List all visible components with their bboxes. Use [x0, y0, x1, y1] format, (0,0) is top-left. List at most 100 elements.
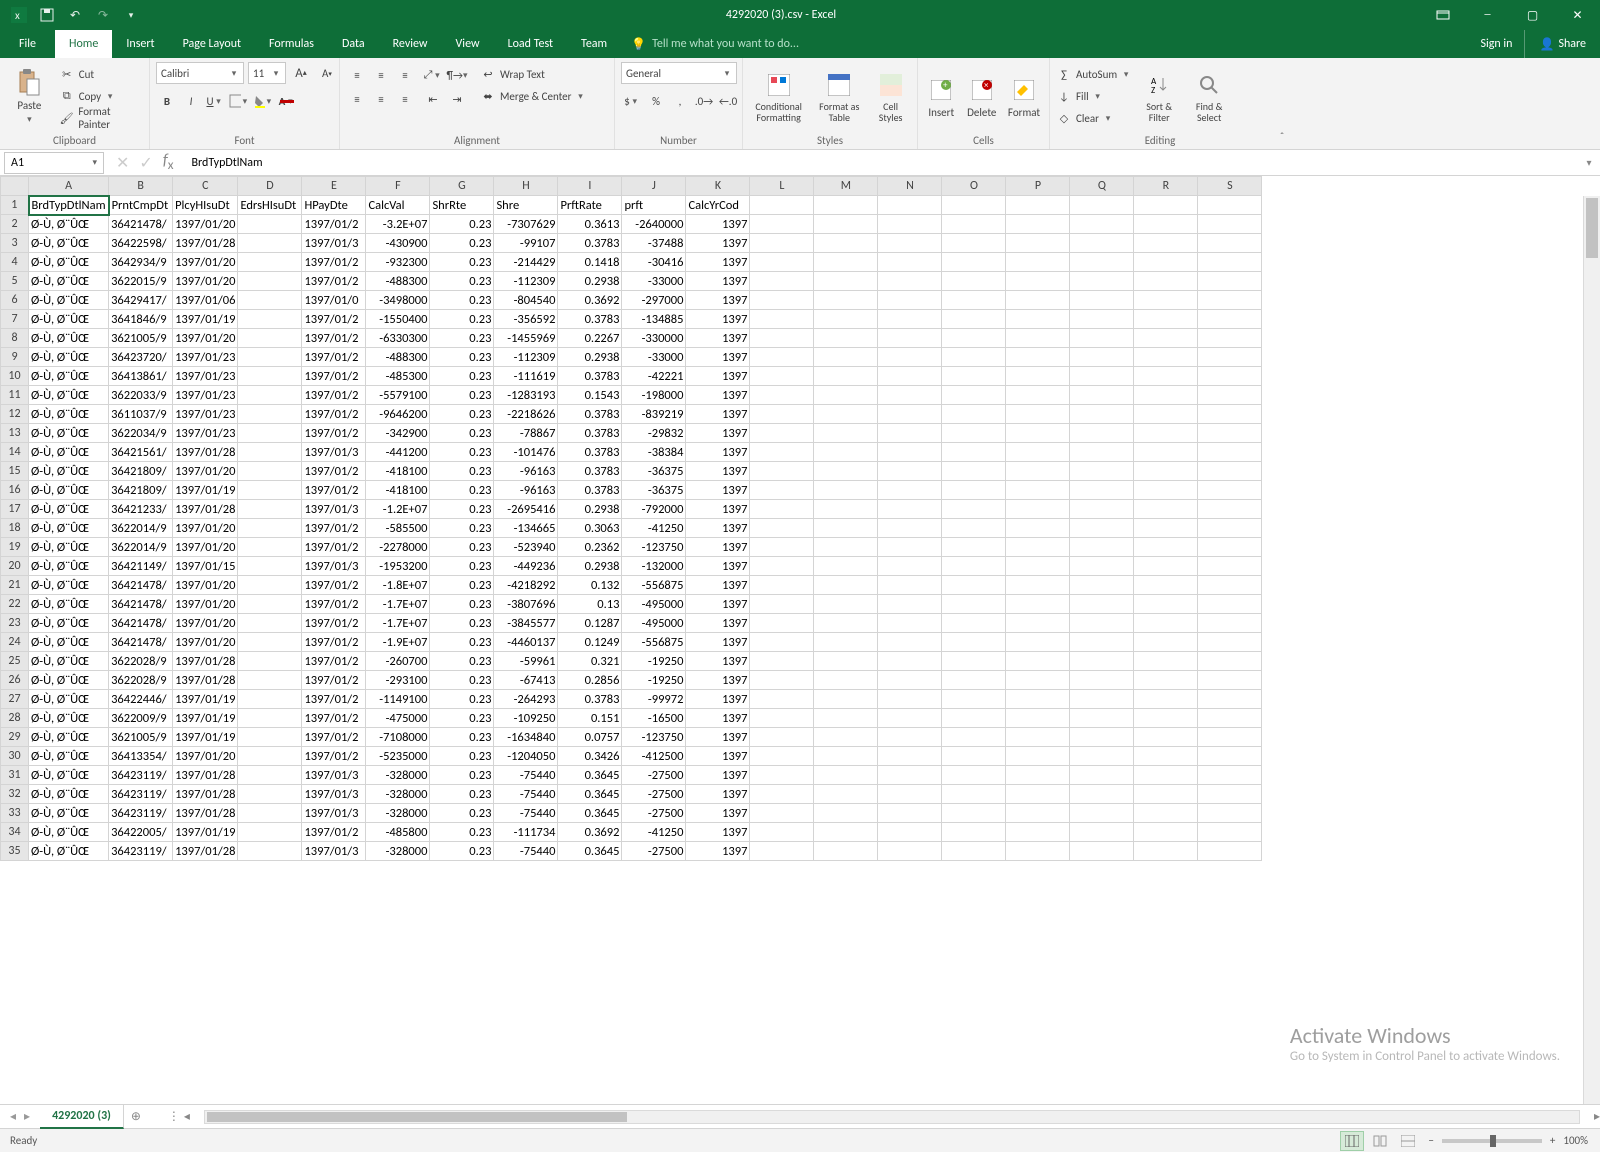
cell[interactable]: 36421149/	[109, 557, 173, 576]
cell[interactable]	[238, 823, 302, 842]
cell[interactable]	[1134, 462, 1198, 481]
cell[interactable]: 1397/01/28	[173, 785, 238, 804]
cell[interactable]: 0.3783	[558, 310, 622, 329]
cell[interactable]: PrntCmpDt	[109, 196, 173, 215]
cell[interactable]	[1198, 709, 1262, 728]
cell[interactable]	[878, 329, 942, 348]
cell[interactable]	[750, 310, 814, 329]
cell[interactable]: -430900	[366, 234, 430, 253]
cell[interactable]: 1397	[686, 652, 750, 671]
cell[interactable]	[878, 386, 942, 405]
cell[interactable]	[750, 291, 814, 310]
cell[interactable]: -495000	[622, 595, 686, 614]
cell[interactable]	[942, 557, 1006, 576]
cell[interactable]	[1134, 443, 1198, 462]
cell[interactable]: -123750	[622, 728, 686, 747]
cell[interactable]: 0.23	[430, 272, 494, 291]
cell[interactable]	[750, 614, 814, 633]
sign-in-button[interactable]: Sign in	[1468, 30, 1524, 58]
cell[interactable]: 1397/01/3	[302, 234, 366, 253]
cell[interactable]	[814, 652, 878, 671]
cell[interactable]: 0.3783	[558, 424, 622, 443]
cell[interactable]: -328000	[366, 766, 430, 785]
cell[interactable]: 0.132	[558, 576, 622, 595]
cell[interactable]: -111734	[494, 823, 558, 842]
cell[interactable]: -556875	[622, 633, 686, 652]
cell[interactable]: -42221	[622, 367, 686, 386]
cell[interactable]: -3498000	[366, 291, 430, 310]
cell[interactable]	[1198, 633, 1262, 652]
cell[interactable]	[1006, 310, 1070, 329]
cell[interactable]	[1134, 766, 1198, 785]
cell[interactable]: 0.3783	[558, 481, 622, 500]
cell[interactable]	[814, 633, 878, 652]
row-header[interactable]: 9	[1, 348, 29, 367]
cell[interactable]: 1397/01/0	[302, 291, 366, 310]
cell[interactable]: 1397/01/3	[302, 500, 366, 519]
paste-button[interactable]: Paste ▾	[6, 62, 53, 128]
cell[interactable]: 1397/01/23	[173, 405, 238, 424]
cell[interactable]	[942, 595, 1006, 614]
row-header[interactable]: 14	[1, 443, 29, 462]
cell[interactable]	[1198, 576, 1262, 595]
cell[interactable]: 1397/01/2	[302, 652, 366, 671]
tab-file[interactable]: File	[0, 30, 55, 58]
cell[interactable]	[1006, 728, 1070, 747]
cell[interactable]: 1397/01/2	[302, 690, 366, 709]
cell[interactable]	[238, 557, 302, 576]
cell[interactable]: 0.23	[430, 785, 494, 804]
cell[interactable]	[1006, 785, 1070, 804]
cell[interactable]	[1006, 652, 1070, 671]
cell[interactable]: Ø-Ù, Ø¨ÛŒ	[29, 823, 109, 842]
cell[interactable]: 1397	[686, 424, 750, 443]
cell[interactable]	[942, 481, 1006, 500]
cell[interactable]: 36421561/	[109, 443, 173, 462]
cell[interactable]: 36423119/	[109, 842, 173, 861]
cell[interactable]: Ø-Ù, Ø¨ÛŒ	[29, 690, 109, 709]
cell[interactable]	[942, 500, 1006, 519]
enter-formula-icon[interactable]: ✓	[139, 153, 152, 173]
insert-cells-button[interactable]: +Insert	[924, 62, 959, 128]
tab-formulas[interactable]: Formulas	[255, 30, 328, 58]
cell[interactable]: 0.23	[430, 557, 494, 576]
cell[interactable]: -1204050	[494, 747, 558, 766]
cell[interactable]	[1070, 481, 1134, 500]
cell[interactable]	[750, 367, 814, 386]
cell[interactable]: 3622034/9	[109, 424, 173, 443]
cell[interactable]	[238, 747, 302, 766]
cell[interactable]: 0.3783	[558, 405, 622, 424]
cell[interactable]: 36413861/	[109, 367, 173, 386]
cell[interactable]	[942, 443, 1006, 462]
cell[interactable]	[1134, 690, 1198, 709]
sort-filter-button[interactable]: AZSort & Filter	[1137, 62, 1181, 128]
cell[interactable]	[814, 196, 878, 215]
cell[interactable]: 0.23	[430, 766, 494, 785]
cell[interactable]: -297000	[622, 291, 686, 310]
cell[interactable]	[1198, 595, 1262, 614]
cell[interactable]	[238, 481, 302, 500]
cell[interactable]: 1397/01/20	[173, 272, 238, 291]
cell[interactable]: -75440	[494, 804, 558, 823]
cell[interactable]	[942, 652, 1006, 671]
cell[interactable]	[814, 500, 878, 519]
cell[interactable]: 3622033/9	[109, 386, 173, 405]
cell[interactable]: -1.7E+07	[366, 595, 430, 614]
cell[interactable]	[238, 462, 302, 481]
row-header[interactable]: 10	[1, 367, 29, 386]
cell[interactable]	[878, 500, 942, 519]
zoom-in-icon[interactable]: +	[1550, 1134, 1555, 1147]
cell[interactable]	[238, 443, 302, 462]
cell[interactable]	[1198, 234, 1262, 253]
cell[interactable]: 1397/01/28	[173, 804, 238, 823]
cell[interactable]: 1397/01/2	[302, 633, 366, 652]
cell[interactable]	[1006, 500, 1070, 519]
cell[interactable]	[942, 291, 1006, 310]
cell[interactable]: -5235000	[366, 747, 430, 766]
cell[interactable]: 36421478/	[109, 595, 173, 614]
cell[interactable]: -109250	[494, 709, 558, 728]
cell[interactable]: -27500	[622, 766, 686, 785]
cell[interactable]: Ø-Ù, Ø¨ÛŒ	[29, 215, 109, 234]
cell[interactable]	[878, 367, 942, 386]
cell[interactable]	[1198, 348, 1262, 367]
cell[interactable]	[1070, 709, 1134, 728]
